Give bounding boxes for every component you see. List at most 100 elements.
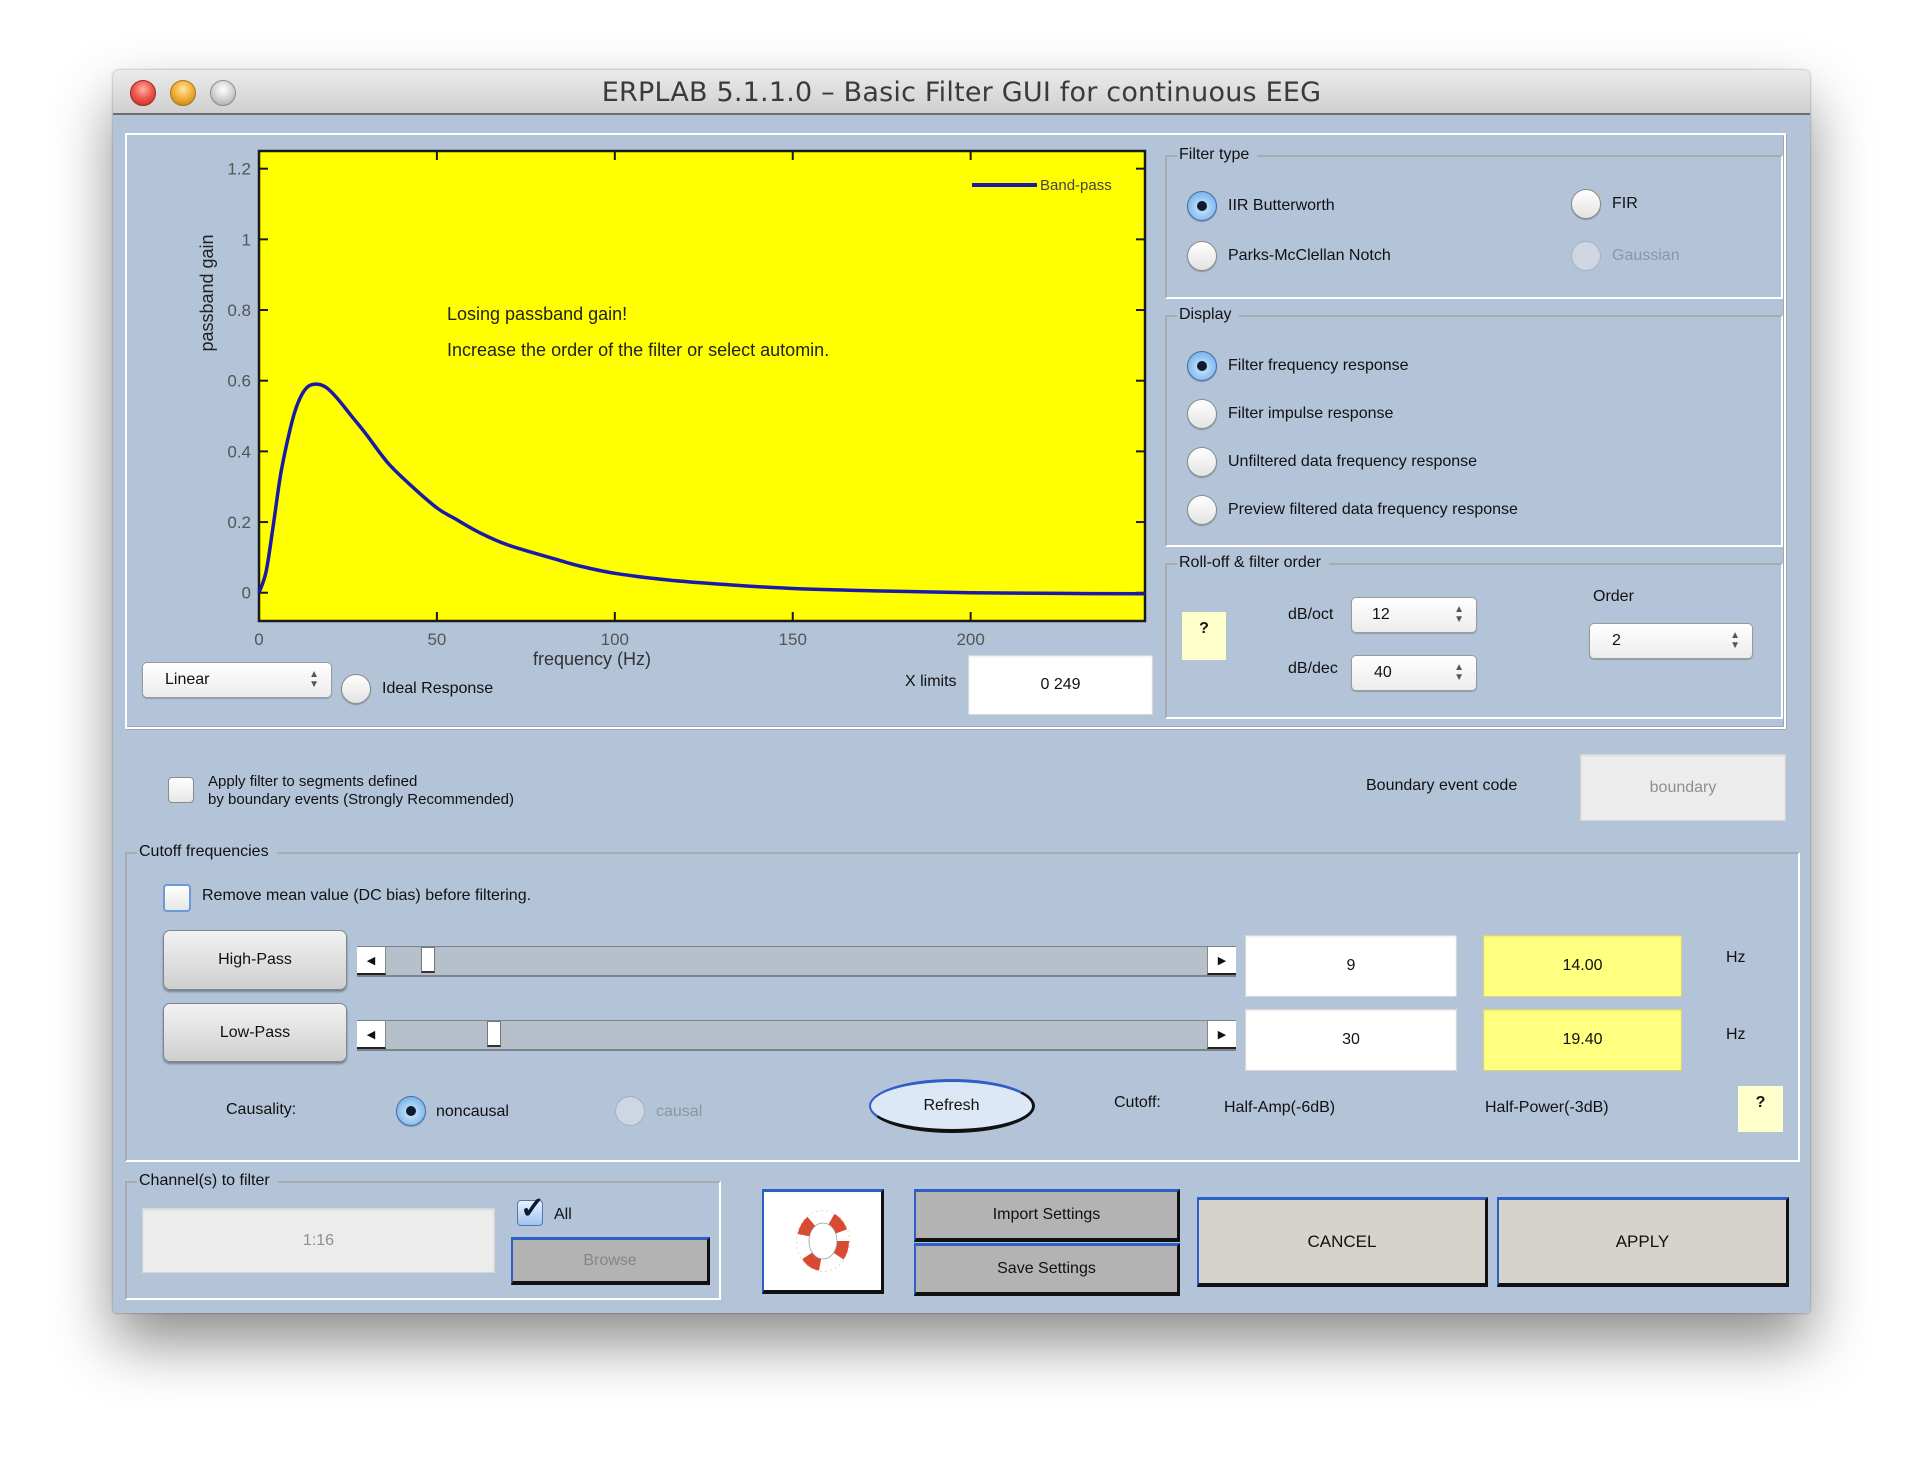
causality-label-noncausal: noncausal: [436, 1103, 509, 1120]
boundary-apply-label-line2: by boundary events (Strongly Recommended…: [208, 791, 514, 808]
high-pass-slider-thumb[interactable]: [421, 947, 436, 973]
channels-input[interactable]: 1:16: [142, 1208, 495, 1273]
db-dec-select[interactable]: 40 ▲ ▼: [1351, 655, 1477, 691]
all-channels-checkbox[interactable]: ✓: [517, 1192, 545, 1226]
display-radio-freq-response[interactable]: [1187, 351, 1217, 381]
cutoff-help-button[interactable]: ?: [1738, 1086, 1783, 1132]
filter-type-radio-pm-notch[interactable]: [1187, 241, 1217, 271]
filter-type-label-iir: IIR Butterworth: [1228, 197, 1335, 214]
low-pass-slider-thumb[interactable]: [486, 1021, 501, 1047]
low-pass-slider[interactable]: ◀ ▶: [357, 1020, 1236, 1051]
cutoff-caption: Cutoff:: [1114, 1094, 1161, 1111]
high-pass-half-power: 14.00: [1483, 935, 1682, 997]
low-pass-input[interactable]: 30: [1245, 1009, 1457, 1071]
lifebuoy-icon: [795, 1210, 850, 1272]
help-button[interactable]: [762, 1189, 884, 1294]
order-select[interactable]: 2 ▲ ▼: [1589, 623, 1753, 659]
x-tick-label: 50: [427, 630, 446, 649]
y-tick-label: 0.2: [227, 513, 251, 532]
cancel-button[interactable]: CANCEL: [1197, 1197, 1488, 1287]
filter-type-label: Filter type: [1177, 146, 1258, 164]
causality-label-causal: causal: [656, 1103, 703, 1120]
display-label-freq-response: Filter frequency response: [1228, 357, 1409, 374]
import-settings-button[interactable]: Import Settings: [914, 1189, 1180, 1242]
filter-window: ERPLAB 5.1.1.0 – Basic Filter GUI for co…: [113, 70, 1810, 1313]
slider-right-arrow-icon[interactable]: ▶: [1207, 1021, 1236, 1049]
x-tick-label: 150: [779, 630, 807, 649]
scale-select[interactable]: Linear ▲ ▼: [142, 662, 332, 698]
boundary-code-input[interactable]: boundary: [1580, 754, 1786, 821]
y-tick-label: 1.2: [227, 160, 251, 179]
rolloff-help-button[interactable]: ?: [1182, 612, 1226, 660]
order-value: 2: [1612, 632, 1621, 649]
refresh-button[interactable]: Refresh: [869, 1079, 1035, 1133]
high-pass-unit: Hz: [1726, 949, 1746, 966]
legend-label: Band-pass: [1040, 177, 1112, 194]
ideal-response-label: Ideal Response: [382, 680, 494, 697]
slider-left-arrow-icon[interactable]: ◀: [357, 1021, 386, 1049]
db-dec-value: 40: [1374, 664, 1392, 681]
x-tick-label: 100: [601, 630, 629, 649]
filter-type-label-gaussian: Gaussian: [1612, 247, 1680, 264]
high-pass-button[interactable]: High-Pass: [163, 930, 347, 990]
x-tick-label: 0: [254, 630, 263, 649]
updown-arrows-icon: ▲ ▼: [1730, 630, 1740, 651]
causality-radio-causal: [615, 1096, 645, 1126]
ideal-response-radio[interactable]: [341, 674, 371, 704]
causality-label: Causality:: [226, 1101, 297, 1118]
updown-arrows-icon: ▲ ▼: [1454, 662, 1464, 683]
display-label-impulse-response: Filter impulse response: [1228, 405, 1394, 422]
boundary-apply-checkbox[interactable]: [168, 777, 194, 803]
high-pass-input[interactable]: 9: [1245, 935, 1457, 997]
save-settings-button[interactable]: Save Settings: [914, 1243, 1180, 1296]
scale-select-value: Linear: [165, 671, 210, 688]
slider-right-arrow-icon[interactable]: ▶: [1207, 947, 1236, 975]
apply-button[interactable]: APPLY: [1497, 1197, 1789, 1287]
y-tick-label: 1: [242, 230, 251, 249]
low-pass-button[interactable]: Low-Pass: [163, 1003, 347, 1062]
y-axis-label: passband gain: [197, 234, 217, 351]
remove-dc-checkbox[interactable]: [163, 884, 191, 912]
browse-button: Browse: [511, 1237, 710, 1285]
all-channels-label: All: [554, 1206, 572, 1223]
xlimits-input[interactable]: 0 249: [968, 655, 1153, 715]
db-dec-label: dB/dec: [1288, 660, 1338, 677]
remove-dc-label: Remove mean value (DC bias) before filte…: [202, 887, 532, 904]
y-tick-label: 0.8: [227, 301, 251, 320]
filter-type-label-pm-notch: Parks-McClellan Notch: [1228, 247, 1391, 264]
y-tick-label: 0.6: [227, 372, 251, 391]
channels-label: Channel(s) to filter: [137, 1172, 278, 1190]
plot-area: [257, 149, 1147, 623]
db-oct-select[interactable]: 12 ▲ ▼: [1351, 597, 1477, 633]
causality-radio-noncausal[interactable]: [396, 1096, 426, 1126]
low-pass-unit: Hz: [1726, 1026, 1746, 1043]
order-label: Order: [1593, 588, 1634, 605]
cutoff-label: Cutoff frequencies: [137, 843, 277, 861]
xlimits-label: X limits: [905, 673, 957, 690]
display-radio-preview-filtered[interactable]: [1187, 495, 1217, 525]
high-pass-slider[interactable]: ◀ ▶: [357, 946, 1236, 977]
display-radio-impulse-response[interactable]: [1187, 399, 1217, 429]
filter-type-label-fir: FIR: [1612, 195, 1638, 212]
x-tick-label: 200: [956, 630, 984, 649]
rolloff-label: Roll-off & filter order: [1177, 554, 1329, 572]
warning-line2: Increase the order of the filter or sele…: [447, 340, 829, 360]
half-power-label: Half-Power(-3dB): [1485, 1099, 1609, 1116]
y-tick-label: 0: [242, 584, 251, 603]
display-label: Display: [1177, 306, 1240, 324]
filter-type-frame: Filter type: [1165, 146, 1783, 299]
half-amp-label: Half-Amp(-6dB): [1224, 1099, 1336, 1116]
checkmark-icon: ✓: [520, 1192, 546, 1225]
filter-type-radio-iir[interactable]: [1187, 191, 1217, 221]
filter-type-radio-fir[interactable]: [1571, 189, 1601, 219]
display-label-unfiltered-data: Unfiltered data frequency response: [1228, 453, 1478, 470]
x-axis-label: frequency (Hz): [533, 649, 651, 669]
frequency-response-plot: 0 50 100 150 200 0 0.2 0.4 0.6 0.8 1 1.2 frequency (…: [197, 149, 1147, 669]
display-radio-unfiltered-data[interactable]: [1187, 447, 1217, 477]
y-tick-label: 0.4: [227, 442, 251, 461]
boundary-code-label: Boundary event code: [1366, 777, 1518, 794]
db-oct-label: dB/oct: [1288, 606, 1334, 623]
low-pass-half-power: 19.40: [1483, 1009, 1682, 1071]
display-label-preview-filtered: Preview filtered data frequency response: [1228, 501, 1518, 518]
slider-left-arrow-icon[interactable]: ◀: [357, 947, 386, 975]
